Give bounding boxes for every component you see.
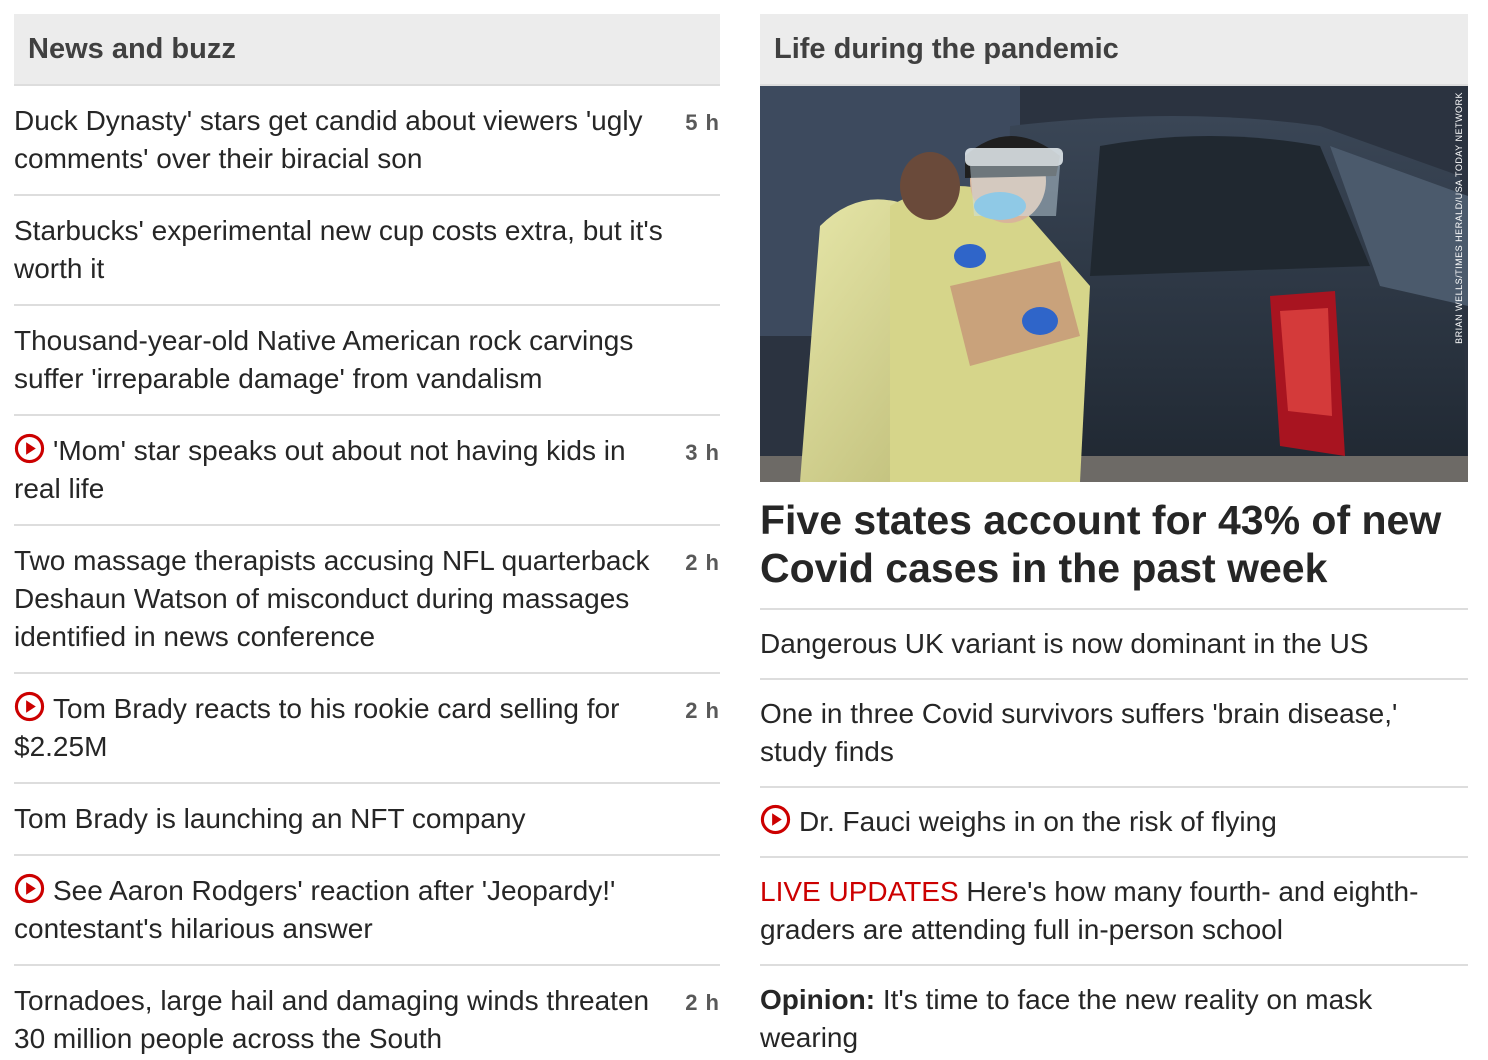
headline-link[interactable]: Starbucks' experimental new cup costs ex…: [14, 212, 720, 288]
opinion-label[interactable]: Opinion:: [760, 984, 875, 1015]
headline-link[interactable]: Duck Dynasty' stars get candid about vie…: [14, 102, 685, 178]
news-item[interactable]: Tom Brady is launching an NFT company: [14, 784, 720, 856]
news-item[interactable]: Duck Dynasty' stars get candid about vie…: [14, 86, 720, 196]
news-item[interactable]: Thousand-year-old Native American rock c…: [14, 306, 720, 416]
pandemic-item[interactable]: Opinion: It's time to face the new reali…: [760, 966, 1468, 1060]
timestamp: 5 h: [685, 110, 720, 135]
headline-text[interactable]: 'Mom' star speaks out about not having k…: [14, 435, 626, 504]
headline-link[interactable]: Two massage therapists accusing NFL quar…: [14, 542, 685, 656]
news-and-buzz-section: News and buzz Duck Dynasty' stars get ca…: [14, 14, 720, 1060]
headline-text[interactable]: Two massage therapists accusing NFL quar…: [14, 545, 649, 652]
hero-headline[interactable]: Five states account for 43% of new Covid…: [760, 482, 1468, 610]
headline-text[interactable]: Starbucks' experimental new cup costs ex…: [14, 215, 663, 284]
play-circle-icon: [14, 691, 45, 722]
headline-link[interactable]: Tom Brady is launching an NFT company: [14, 800, 720, 838]
news-item[interactable]: Tornadoes, large hail and damaging winds…: [14, 966, 720, 1060]
live-updates-label[interactable]: LIVE UPDATES: [760, 876, 959, 907]
play-circle-icon: [760, 804, 791, 835]
photo-credit: BRIAN WELLS/TIMES HERALD/USA TODAY NETWO…: [1454, 92, 1464, 344]
pandemic-item[interactable]: Dr. Fauci weighs in on the risk of flyin…: [760, 788, 1468, 858]
headline-text[interactable]: Duck Dynasty' stars get candid about vie…: [14, 105, 643, 174]
section-title-pandemic: Life during the pandemic: [760, 14, 1468, 86]
play-circle-icon: [14, 433, 45, 464]
timestamp: 3 h: [685, 440, 720, 465]
news-item[interactable]: Tom Brady reacts to his rookie card sell…: [14, 674, 720, 784]
headline-text[interactable]: Dangerous UK variant is now dominant in …: [760, 628, 1369, 659]
play-circle-icon: [14, 873, 45, 904]
timestamp: 2 h: [685, 550, 720, 575]
hero-photo[interactable]: BRIAN WELLS/TIMES HERALD/USA TODAY NETWO…: [760, 86, 1468, 482]
news-item[interactable]: Two massage therapists accusing NFL quar…: [14, 526, 720, 674]
headline-text[interactable]: Dr. Fauci weighs in on the risk of flyin…: [799, 806, 1277, 837]
news-item[interactable]: 'Mom' star speaks out about not having k…: [14, 416, 720, 526]
timestamp: 2 h: [685, 698, 720, 723]
headline-link[interactable]: See Aaron Rodgers' reaction after 'Jeopa…: [14, 872, 720, 948]
headline-link[interactable]: Thousand-year-old Native American rock c…: [14, 322, 720, 398]
headline-text[interactable]: One in three Covid survivors suffers 'br…: [760, 698, 1397, 767]
headline-text[interactable]: Tom Brady reacts to his rookie card sell…: [14, 693, 619, 762]
headline-link[interactable]: Tom Brady reacts to his rookie card sell…: [14, 690, 685, 766]
timestamp: 2 h: [685, 990, 720, 1015]
headline-text[interactable]: Tornadoes, large hail and damaging winds…: [14, 985, 649, 1054]
news-list: Duck Dynasty' stars get candid about vie…: [14, 86, 720, 1060]
hero-photo-illustration: [760, 86, 1468, 482]
news-item[interactable]: Starbucks' experimental new cup costs ex…: [14, 196, 720, 306]
headline-link[interactable]: Tornadoes, large hail and damaging winds…: [14, 982, 685, 1058]
news-item[interactable]: See Aaron Rodgers' reaction after 'Jeopa…: [14, 856, 720, 966]
pandemic-item[interactable]: LIVE UPDATES Here's how many fourth- and…: [760, 858, 1468, 966]
life-during-pandemic-section: Life during the pandemic BRIAN WELLS/TIM…: [760, 14, 1468, 1060]
pandemic-item[interactable]: Dangerous UK variant is now dominant in …: [760, 610, 1468, 680]
section-title-news-and-buzz: News and buzz: [14, 14, 720, 86]
headline-text[interactable]: See Aaron Rodgers' reaction after 'Jeopa…: [14, 875, 615, 944]
headline-text[interactable]: Thousand-year-old Native American rock c…: [14, 325, 633, 394]
headline-text[interactable]: Tom Brady is launching an NFT company: [14, 803, 526, 834]
pandemic-item[interactable]: One in three Covid survivors suffers 'br…: [760, 680, 1468, 788]
headline-link[interactable]: 'Mom' star speaks out about not having k…: [14, 432, 685, 508]
